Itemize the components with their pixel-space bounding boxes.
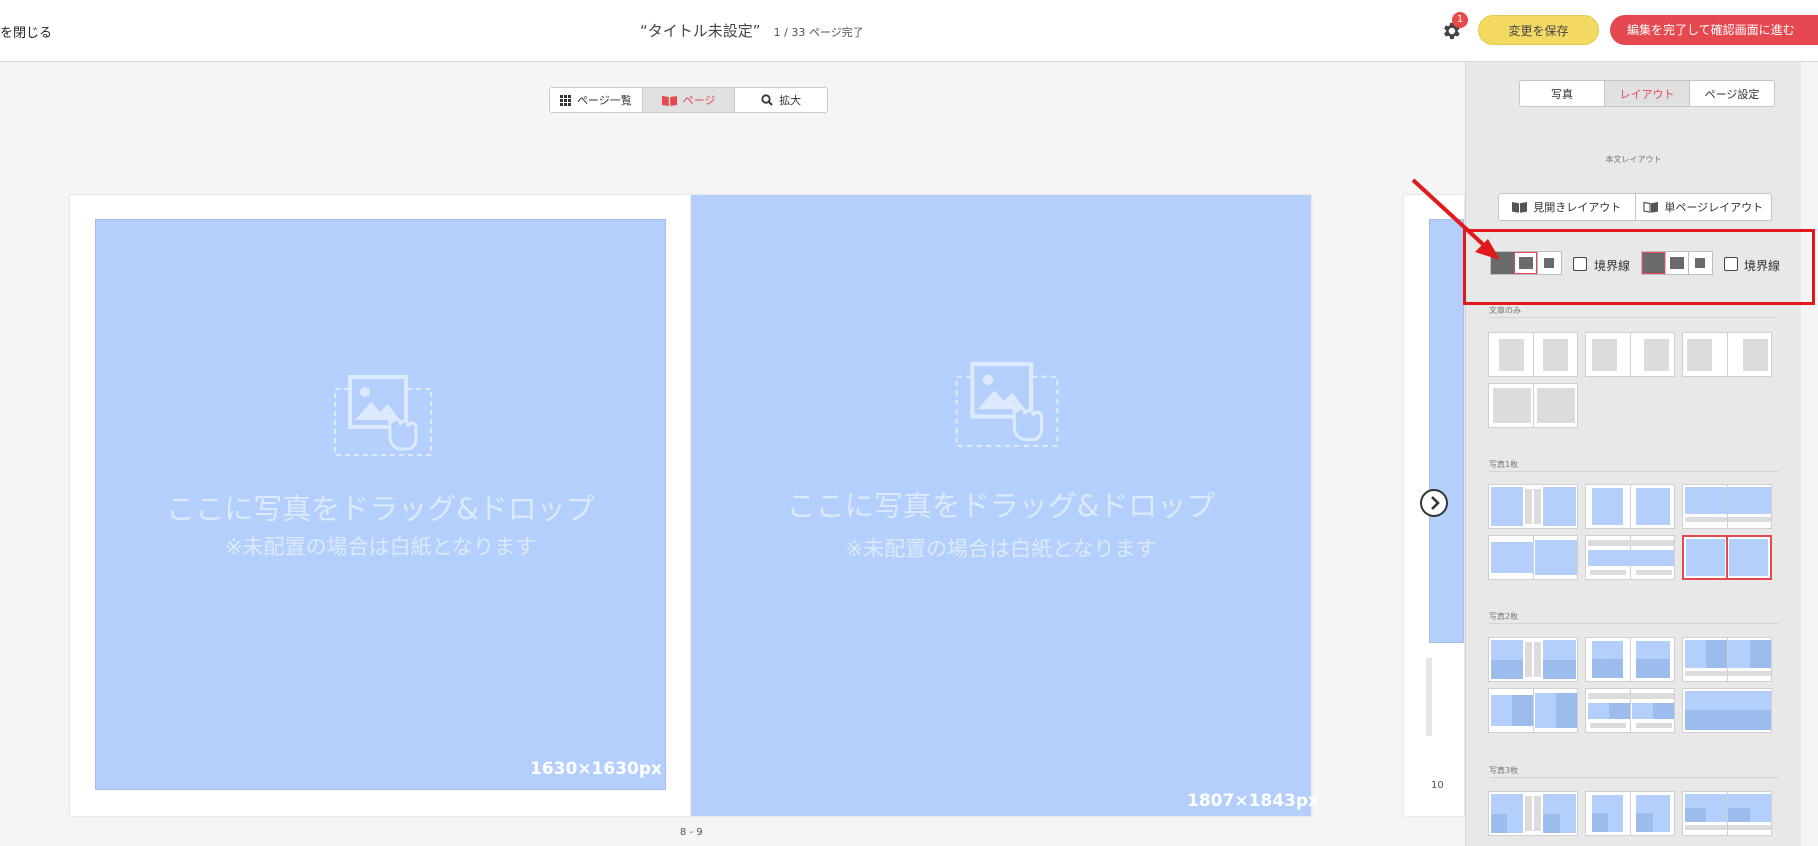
drop-instruction: ここに写真をドラッグ&ドロップ [786,489,1216,523]
single-page-layout-label: 単ページレイアウト [1664,201,1764,214]
chevron-right-icon [1431,496,1440,510]
photo-drop-zone-right[interactable]: ここに写真をドラッグ&ドロップ ※未配置の場合は白紙となります 1807×184… [691,195,1319,816]
close-editor-link[interactable]: を閉じる [0,22,52,41]
panel-tabs: 写真 レイアウト ページ設定 [1519,80,1775,107]
title-area: “タイトル未設定” 1 / 33 ページ完了 [640,20,864,41]
zoom-view-label: 拡大 [779,94,802,107]
border-checkbox-single[interactable] [1724,257,1738,271]
layout-thumb[interactable] [1585,637,1675,682]
drop-note: ※未配置の場合は白紙となります [845,537,1157,561]
margin-large-option[interactable] [1688,252,1712,274]
layout-thumb[interactable] [1585,688,1675,733]
layout-thumb[interactable] [1488,688,1578,733]
drop-note: ※未配置の場合は白紙となります [225,535,536,559]
layout-thumb[interactable] [1682,688,1772,733]
layout-thumb[interactable] [1585,332,1675,377]
save-changes-button[interactable]: 変更を保存 [1478,15,1599,45]
right-page: ここに写真をドラッグ&ドロップ ※未配置の場合は白紙となります 1807×184… [691,195,1319,816]
search-icon [761,94,773,106]
layout-thumb-selected[interactable] [1682,535,1772,580]
single-page-icon [1643,201,1659,213]
section-divider [1489,777,1779,778]
tab-layout[interactable]: レイアウト [1604,81,1689,106]
layout-panel: 写真 レイアウト ページ設定 本文レイアウト 見開きレイアウト 単ページレイアウ… [1465,62,1801,846]
left-page: ここに写真をドラッグ&ドロップ ※未配置の場合は白紙となります 1630×163… [70,195,691,816]
margin-large-option[interactable] [1537,252,1561,274]
margin-small-option[interactable] [1664,252,1689,274]
margin-none-option[interactable] [1642,252,1665,274]
layout-thumb[interactable] [1585,791,1675,836]
single-page-layout-button[interactable]: 単ページレイアウト [1634,194,1772,220]
body-layout-caption: 本文レイアウト [1605,155,1662,164]
next-text-block [1426,658,1432,736]
drop-instruction: ここに写真をドラッグ&ドロップ [166,492,595,526]
layout-thumb[interactable] [1585,484,1675,529]
spread-layout-button[interactable]: 見開きレイアウト [1499,194,1635,220]
next-page-number: 10 [1431,780,1444,791]
page-view-button[interactable]: ページ [641,88,735,112]
page-view-label: ページ [682,94,716,107]
notification-badge: 1 [1452,12,1468,28]
image-drop-icon [334,375,432,456]
margin-options-row: 境界線 境界線 [1490,251,1790,277]
page-list-view-button[interactable]: ページ一覧 [550,88,642,112]
layout-thumb[interactable] [1488,535,1578,580]
section-label-three-photos: 写真3枚 [1489,766,1519,775]
border-checkbox-spread[interactable] [1573,257,1587,271]
layout-thumb[interactable] [1488,791,1578,836]
layout-thumb[interactable] [1682,791,1772,836]
tab-photos[interactable]: 写真 [1520,81,1604,106]
photo-size-label: 1807×1843px [1187,791,1320,811]
section-divider [1489,623,1779,624]
margin-selector-single[interactable] [1641,251,1713,275]
section-divider [1489,317,1779,318]
tab-page-settings[interactable]: ページ設定 [1689,81,1774,106]
page-progress: 1 / 33 ページ完了 [773,26,864,39]
layout-thumb[interactable] [1682,332,1772,377]
open-book-icon [1512,202,1528,213]
photo-drop-zone-left[interactable]: ここに写真をドラッグ&ドロップ ※未配置の場合は白紙となります 1630×163… [95,219,666,790]
margin-selector-spread[interactable] [1490,251,1562,275]
section-label-text-only: 文章のみ [1489,306,1521,315]
layout-type-toggle: 見開きレイアウト 単ページレイアウト [1498,193,1772,221]
layout-thumb[interactable] [1488,383,1578,428]
finish-editing-button[interactable]: 編集を完了して確認画面に進む [1610,15,1818,45]
spread-page-number: 8 - 9 [680,827,703,838]
border-label: 境界線 [1744,259,1781,273]
section-label-two-photos: 写真2枚 [1489,612,1519,621]
next-spread-button[interactable] [1420,489,1448,517]
section-label-one-photo: 写真1枚 [1489,460,1519,469]
layout-thumb[interactable] [1488,637,1578,682]
next-photo-slot [1429,219,1464,643]
section-divider [1489,471,1779,472]
zoom-view-button[interactable]: 拡大 [734,88,827,112]
document-title[interactable]: “タイトル未設定” [640,22,761,40]
border-label: 境界線 [1594,259,1631,273]
book-icon [661,95,677,106]
layout-thumb[interactable] [1682,637,1772,682]
layout-thumb[interactable] [1682,484,1772,529]
layout-thumb[interactable] [1488,332,1578,377]
grid-icon [559,94,571,106]
top-bar: を閉じる “タイトル未設定” 1 / 33 ページ完了 1 変更を保存 編集を完… [0,0,1818,62]
layout-thumb[interactable] [1585,535,1675,580]
image-drop-icon [955,362,1059,447]
view-mode-toggle: ページ一覧 ページ 拡大 [549,87,828,113]
layout-thumb[interactable] [1488,484,1578,529]
margin-small-option[interactable] [1513,252,1538,274]
spread-layout-label: 見開きレイアウト [1533,201,1622,214]
photo-size-label: 1630×1630px [530,759,663,779]
margin-none-option[interactable] [1491,252,1514,274]
page-list-label: ページ一覧 [576,94,632,107]
